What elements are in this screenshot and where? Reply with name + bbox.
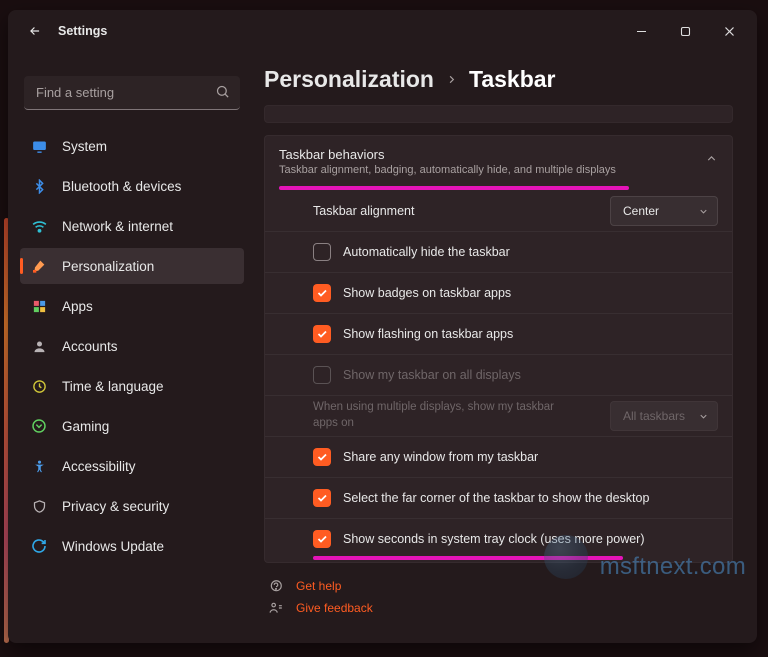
search-box bbox=[24, 76, 240, 110]
chevron-down-icon bbox=[698, 206, 709, 220]
main-content: Personalization Taskbar Taskbar behavior… bbox=[256, 52, 757, 643]
option-label: Show seconds in system tray clock (uses … bbox=[343, 532, 718, 546]
option-alignment: Taskbar alignment Center bbox=[265, 190, 732, 231]
close-button[interactable] bbox=[707, 16, 751, 46]
sidebar-item-privacy[interactable]: Privacy & security bbox=[20, 488, 244, 524]
option-label: Automatically hide the taskbar bbox=[343, 245, 718, 259]
sidebar-item-label: Time & language bbox=[62, 379, 164, 394]
option-label: Show badges on taskbar apps bbox=[343, 286, 718, 300]
chevron-down-icon bbox=[698, 411, 709, 425]
checkbox-checked[interactable] bbox=[313, 530, 331, 548]
get-help-link[interactable]: Get help bbox=[268, 579, 733, 593]
checkbox-disabled bbox=[313, 366, 331, 384]
card-title: Taskbar behaviors bbox=[279, 147, 686, 162]
breadcrumb: Personalization Taskbar bbox=[264, 66, 733, 93]
checkbox-checked[interactable] bbox=[313, 489, 331, 507]
taskbar-behaviors-card: Taskbar behaviors Taskbar alignment, bad… bbox=[264, 135, 733, 563]
gaming-icon bbox=[30, 417, 48, 435]
sidebar-item-system[interactable]: System bbox=[20, 128, 244, 164]
footer-links: Get help Give feedback bbox=[264, 579, 733, 615]
option-label: Taskbar alignment bbox=[313, 204, 598, 218]
wifi-icon bbox=[30, 217, 48, 235]
sidebar-item-gaming[interactable]: Gaming bbox=[20, 408, 244, 444]
sidebar-item-label: Bluetooth & devices bbox=[62, 179, 181, 194]
dropdown-value: All taskbars bbox=[623, 409, 685, 423]
sidebar-item-network[interactable]: Network & internet bbox=[20, 208, 244, 244]
person-icon bbox=[30, 337, 48, 355]
checkbox-unchecked[interactable] bbox=[313, 243, 331, 261]
sidebar-item-label: Accessibility bbox=[62, 459, 136, 474]
update-icon bbox=[30, 537, 48, 555]
sidebar-item-label: Apps bbox=[62, 299, 93, 314]
link-text: Give feedback bbox=[296, 601, 373, 615]
sidebar-item-time[interactable]: Time & language bbox=[20, 368, 244, 404]
settings-window: Settings bbox=[8, 10, 757, 643]
give-feedback-link[interactable]: Give feedback bbox=[268, 601, 733, 615]
search-icon bbox=[215, 84, 230, 104]
sidebar-item-label: Personalization bbox=[62, 259, 154, 274]
option-label: Share any window from my taskbar bbox=[343, 450, 718, 464]
window-controls bbox=[619, 16, 751, 46]
option-all-displays: Show my taskbar on all displays bbox=[265, 354, 732, 395]
sidebar-item-label: Privacy & security bbox=[62, 499, 169, 514]
sidebar-item-label: System bbox=[62, 139, 107, 154]
sidebar-item-accounts[interactable]: Accounts bbox=[20, 328, 244, 364]
option-flashing[interactable]: Show flashing on taskbar apps bbox=[265, 313, 732, 354]
paintbrush-icon bbox=[30, 257, 48, 275]
alignment-dropdown[interactable]: Center bbox=[610, 196, 718, 226]
option-label: Select the far corner of the taskbar to … bbox=[343, 491, 718, 505]
option-multi-display: When using multiple displays, show my ta… bbox=[265, 395, 732, 436]
accessibility-icon bbox=[30, 457, 48, 475]
minimize-button[interactable] bbox=[619, 16, 663, 46]
dropdown-value: Center bbox=[623, 204, 659, 218]
option-far-corner[interactable]: Select the far corner of the taskbar to … bbox=[265, 477, 732, 518]
sidebar-item-label: Network & internet bbox=[62, 219, 173, 234]
card-header[interactable]: Taskbar behaviors Taskbar alignment, bad… bbox=[265, 136, 732, 187]
bluetooth-icon bbox=[30, 177, 48, 195]
feedback-icon bbox=[268, 601, 284, 615]
sidebar-item-label: Windows Update bbox=[62, 539, 164, 554]
sidebar-item-apps[interactable]: Apps bbox=[20, 288, 244, 324]
option-label: Show my taskbar on all displays bbox=[343, 368, 718, 382]
search-input[interactable] bbox=[24, 76, 240, 110]
app-title: Settings bbox=[58, 24, 107, 38]
option-share-window[interactable]: Share any window from my taskbar bbox=[265, 436, 732, 477]
maximize-button[interactable] bbox=[663, 16, 707, 46]
back-button[interactable] bbox=[22, 18, 48, 44]
titlebar: Settings bbox=[8, 10, 757, 52]
option-label: When using multiple displays, show my ta… bbox=[313, 400, 598, 431]
highlight-annotation bbox=[313, 556, 623, 560]
sidebar-item-personalization[interactable]: Personalization bbox=[20, 248, 244, 284]
breadcrumb-parent[interactable]: Personalization bbox=[264, 66, 434, 93]
help-icon bbox=[268, 579, 284, 593]
chevron-right-icon bbox=[446, 72, 457, 88]
checkbox-checked[interactable] bbox=[313, 284, 331, 302]
chevron-up-icon bbox=[705, 152, 718, 170]
option-auto-hide[interactable]: Automatically hide the taskbar bbox=[265, 231, 732, 272]
multi-display-dropdown: All taskbars bbox=[610, 401, 718, 431]
shield-icon bbox=[30, 497, 48, 515]
card-subtitle: Taskbar alignment, badging, automaticall… bbox=[279, 164, 686, 176]
checkbox-checked[interactable] bbox=[313, 448, 331, 466]
option-label: Show flashing on taskbar apps bbox=[343, 327, 718, 341]
sidebar-item-update[interactable]: Windows Update bbox=[20, 528, 244, 564]
apps-icon bbox=[30, 297, 48, 315]
option-show-seconds[interactable]: Show seconds in system tray clock (uses … bbox=[265, 518, 732, 559]
breadcrumb-current: Taskbar bbox=[469, 66, 556, 93]
sidebar-item-label: Gaming bbox=[62, 419, 109, 434]
collapsed-section[interactable] bbox=[264, 105, 733, 123]
sidebar-item-bluetooth[interactable]: Bluetooth & devices bbox=[20, 168, 244, 204]
clock-icon bbox=[30, 377, 48, 395]
display-icon bbox=[30, 137, 48, 155]
sidebar-item-label: Accounts bbox=[62, 339, 118, 354]
option-badges[interactable]: Show badges on taskbar apps bbox=[265, 272, 732, 313]
sidebar-item-accessibility[interactable]: Accessibility bbox=[20, 448, 244, 484]
link-text: Get help bbox=[296, 579, 341, 593]
sidebar: System Bluetooth & devices Network & int… bbox=[8, 52, 256, 643]
checkbox-checked[interactable] bbox=[313, 325, 331, 343]
